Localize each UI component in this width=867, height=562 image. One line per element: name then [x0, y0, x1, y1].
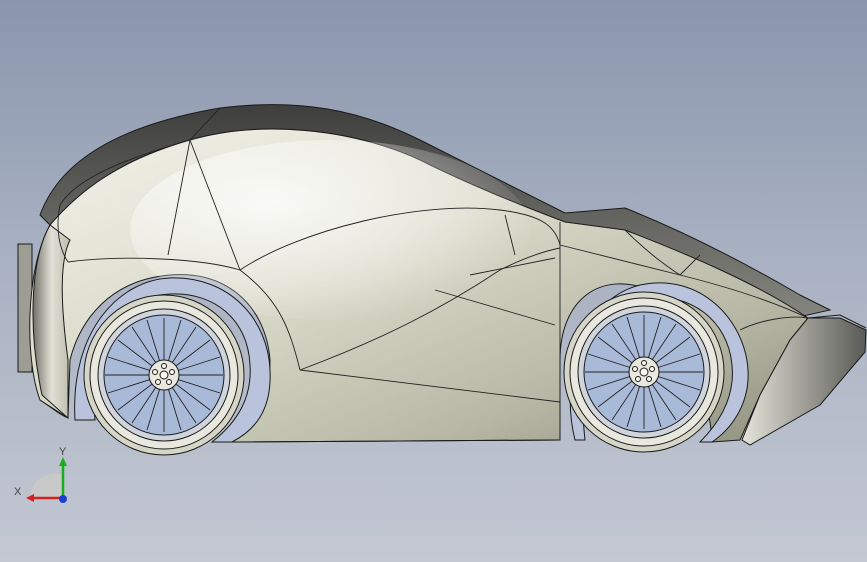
- car-model[interactable]: [17, 104, 867, 456]
- x-axis-label: X: [14, 486, 22, 498]
- cad-viewport[interactable]: X Y: [0, 0, 867, 562]
- z-axis-dot: [59, 495, 67, 503]
- triad-base: [30, 473, 62, 500]
- x-axis-arrow: [26, 494, 34, 502]
- y-axis-arrow: [59, 457, 67, 466]
- front-wheel[interactable]: [563, 282, 749, 453]
- y-axis-label: Y: [59, 446, 67, 458]
- axis-triad: X Y: [14, 446, 67, 503]
- rear-wheel[interactable]: [74, 277, 271, 456]
